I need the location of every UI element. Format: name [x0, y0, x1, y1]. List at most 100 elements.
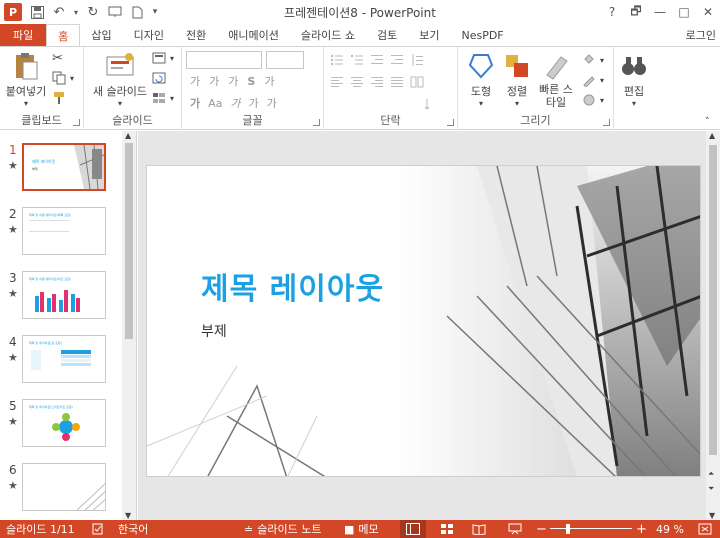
paste-button[interactable]: 붙여넣기 ▾ [4, 51, 48, 108]
clear-format-button[interactable]: 가 [228, 73, 238, 89]
language-indicator[interactable]: 한국어 [118, 521, 148, 537]
slide-sorter-button[interactable] [440, 523, 454, 535]
thumbnail-scrollbar[interactable]: ▲ ▼ [122, 131, 136, 520]
font-color-button[interactable]: 가 [249, 95, 259, 111]
scroll-up-icon[interactable]: ▲ [125, 131, 131, 140]
numbering-icon[interactable] [350, 53, 364, 67]
grow-font-button[interactable]: 가 [190, 73, 200, 89]
tab-animations[interactable]: 애니메이션 [217, 24, 290, 46]
zoom-in-button[interactable]: + [636, 522, 647, 537]
notes-button[interactable]: ≐ 슬라이드 노트 [244, 521, 321, 537]
paragraph-launcher[interactable] [447, 119, 454, 126]
save-icon[interactable] [28, 3, 46, 21]
next-slide-icon[interactable]: ⏷ [708, 484, 714, 494]
tab-design[interactable]: 디자인 [123, 24, 175, 46]
format-painter-button[interactable] [52, 91, 66, 105]
change-case-button[interactable]: Aa [208, 97, 222, 110]
shape-effects-button[interactable]: ▾ [582, 93, 604, 107]
align-center-icon[interactable] [350, 75, 364, 89]
align-left-icon[interactable] [330, 75, 344, 89]
close-button[interactable]: ✕ [696, 0, 720, 24]
character-spacing-button[interactable]: 가 [264, 73, 274, 89]
help-icon[interactable]: ? [600, 0, 624, 24]
current-slide[interactable]: 제목 레이아웃 부제 [146, 165, 701, 477]
undo-dropdown-icon[interactable]: ▾ [72, 3, 80, 21]
reset-button[interactable] [152, 71, 166, 85]
drawing-launcher[interactable] [603, 119, 610, 126]
scroll-down-icon[interactable]: ▼ [125, 511, 131, 520]
slide-thumbnail[interactable]: 1 ★ 제목 레이아웃 부제 [0, 143, 122, 195]
scroll-down-icon[interactable]: ▼ [709, 511, 715, 520]
reading-view-button[interactable] [472, 523, 486, 535]
previous-slide-icon[interactable]: ⏶ [708, 469, 714, 479]
shape-outline-button[interactable]: ▾ [582, 73, 604, 87]
zoom-slider-track[interactable] [550, 528, 632, 529]
section-button[interactable]: ▾ [152, 91, 174, 105]
slide-thumbnail[interactable]: 3 ★ 제목 및 내용 레이아웃(차트 포함) [0, 271, 122, 323]
zoom-out-button[interactable]: − [536, 522, 547, 537]
arrange-button[interactable]: 정렬 ▾ [500, 51, 534, 108]
slideshow-start-icon[interactable] [106, 3, 124, 21]
cut-button[interactable]: ✂ [52, 51, 63, 66]
bullets-icon[interactable] [330, 53, 344, 67]
powerpoint-app-icon[interactable]: P [4, 3, 22, 21]
copy-button[interactable]: ▾ [52, 71, 74, 85]
slide-thumbnail[interactable]: 4 ★ 제목 및 레이아웃(표 포함) [0, 335, 122, 387]
font-name-select[interactable] [186, 51, 262, 69]
align-right-icon[interactable] [370, 75, 384, 89]
scroll-up-icon[interactable]: ▲ [709, 131, 715, 140]
customize-qat-icon[interactable]: ▾ [150, 3, 160, 21]
normal-view-button[interactable] [400, 520, 426, 538]
shape-fill-button[interactable]: ▾ [582, 53, 604, 67]
slide-thumbnail[interactable]: 2 ★ 제목 및 내용 레이아웃(목록 포함) [0, 207, 122, 259]
editing-button[interactable]: 편집 ▾ [618, 51, 650, 108]
slide-thumbnail[interactable]: 5 ★ 제목 및 레이아웃(스마트아트 포함) [0, 399, 122, 451]
text-direction-icon[interactable] [424, 97, 438, 111]
zoom-level[interactable]: 49 % [656, 523, 684, 536]
spellcheck-icon[interactable] [92, 523, 104, 535]
decrease-indent-icon[interactable] [370, 53, 384, 67]
shrink-font-button[interactable]: 가 [209, 73, 219, 89]
comments-button[interactable]: ■ 메모 [344, 521, 379, 537]
justify-icon[interactable] [390, 75, 404, 89]
slide-subtitle[interactable]: 부제 [201, 321, 227, 341]
font-size-select[interactable] [266, 51, 304, 69]
tab-transitions[interactable]: 전환 [175, 24, 217, 46]
bold-button[interactable]: 가 [190, 95, 200, 111]
slide-scroll-thumb[interactable] [709, 145, 717, 455]
increase-indent-icon[interactable] [390, 53, 404, 67]
columns-icon[interactable] [410, 75, 424, 89]
tab-file[interactable]: 파일 [0, 24, 47, 46]
tab-nespdf[interactable]: NesPDF [450, 24, 514, 46]
new-slide-button[interactable]: 새 슬라이드 ▾ [88, 51, 152, 108]
fit-to-window-button[interactable] [698, 523, 712, 535]
tab-insert[interactable]: 삽입 [80, 24, 122, 46]
quick-styles-button[interactable]: 빠른 스타일 [536, 51, 576, 109]
slide-scrollbar[interactable]: ▲ ⏶ ⏷ ▼ [706, 131, 720, 520]
shapes-button[interactable]: 도형 ▾ [464, 51, 498, 108]
highlight-button[interactable]: 가 [267, 95, 277, 111]
undo-icon[interactable]: ↶ [50, 3, 68, 21]
italic-button[interactable]: 가 [230, 95, 240, 111]
thumbnail-scroll-thumb[interactable] [125, 143, 133, 339]
redo-icon[interactable]: ↻ [84, 3, 102, 21]
new-document-icon[interactable] [128, 3, 146, 21]
line-spacing-icon[interactable] [410, 53, 424, 67]
tab-view[interactable]: 보기 [408, 24, 450, 46]
tab-home[interactable]: 홈 [46, 24, 81, 46]
zoom-slider-thumb[interactable] [565, 524, 570, 534]
strikethrough-button[interactable]: S [247, 75, 255, 88]
ribbon-display-icon[interactable]: 🗗 [624, 0, 648, 24]
slide-title[interactable]: 제목 레이아웃 [201, 264, 384, 308]
tab-slideshow[interactable]: 슬라이드 쇼 [290, 24, 366, 46]
slide-thumbnail[interactable]: 6 ★ [0, 463, 122, 515]
layout-button[interactable]: ▾ [152, 51, 174, 65]
slideshow-view-button[interactable] [508, 523, 522, 535]
tab-review[interactable]: 검토 [366, 24, 408, 46]
font-launcher[interactable] [313, 119, 320, 126]
collapse-ribbon-button[interactable]: ˄ [705, 117, 710, 127]
minimize-button[interactable]: — [648, 0, 672, 24]
clipboard-launcher[interactable] [73, 119, 80, 126]
login-link[interactable]: 로그인 [684, 24, 718, 46]
maximize-button[interactable]: □ [672, 0, 696, 24]
